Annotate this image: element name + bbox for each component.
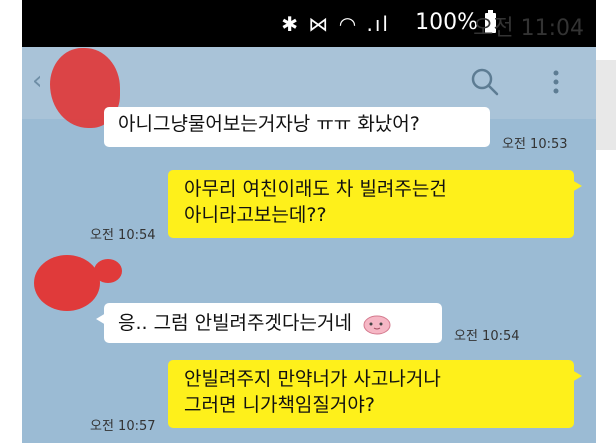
- message-line: 아무리 여친이래도 차 빌려주는건: [184, 178, 447, 200]
- message-bubble-received: 응.. 그럼 안빌려주겟다는거네: [96, 303, 442, 343]
- message-line: 그러면 니가책임질거야?: [184, 394, 375, 416]
- battery-percent: 100%: [415, 10, 478, 35]
- pink-blob-emoticon: [363, 315, 391, 334]
- phone-screen: ✱ ⋈ ◠ .ıl 100% 오전 11:04 ‹ 아니그냥물어보는거자낭 ㅠㅠ…: [22, 0, 596, 443]
- message-line: 안빌려주지 만약너가 사고나거나: [184, 368, 441, 390]
- message-line: 아니라고보는데??: [184, 204, 327, 226]
- message-text: 응.. 그럼 안빌려주겟다는거네: [118, 312, 352, 334]
- search-icon[interactable]: [470, 67, 500, 97]
- avatar-redaction: [34, 255, 100, 311]
- status-time: 오전 11:04: [473, 16, 584, 41]
- avatar-redaction: [94, 259, 122, 283]
- message-time: 오전 10:54: [454, 329, 520, 344]
- message-bubble-sent: 아무리 여친이래도 차 빌려주는건 아니라고보는데??: [168, 170, 582, 238]
- chat-area[interactable]: 아니그냥물어보는거자낭 ㅠㅠ 화났어? 오전 10:53 아무리 여친이래도 차…: [22, 107, 596, 443]
- message-time: 오전 10:57: [90, 419, 156, 434]
- message-text: 아니그냥물어보는거자낭 ㅠㅠ 화났어?: [118, 113, 420, 135]
- message-time: 오전 10:54: [90, 228, 156, 243]
- message-time: 오전 10:53: [502, 137, 568, 152]
- message-bubble-received: 아니그냥물어보는거자낭 ㅠㅠ 화났어?: [104, 107, 490, 147]
- status-icons: ✱ ⋈ ◠ .ıl: [281, 12, 390, 36]
- background-edge: [596, 60, 616, 150]
- status-bar: ✱ ⋈ ◠ .ıl 100% 오전 11:04: [22, 0, 596, 47]
- message-bubble-sent: 안빌려주지 만약너가 사고나거나 그러면 니가책임질거야?: [168, 360, 582, 428]
- kebab-menu-icon[interactable]: [552, 69, 560, 95]
